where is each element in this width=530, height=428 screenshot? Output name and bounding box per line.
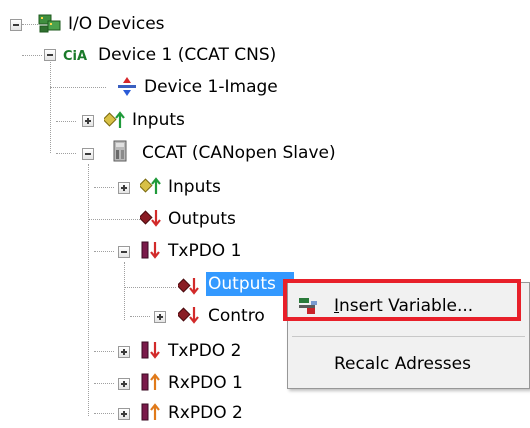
menu-separator [292,336,525,337]
io-devices-icon [38,13,62,40]
tree-line [130,316,150,317]
tree-line [94,383,114,384]
tree-line [22,55,42,56]
collapse-toggle[interactable] [44,49,56,61]
cia-icon: CiA [62,46,96,69]
tree-line [50,53,51,153]
inputs-icon [102,109,126,136]
recalc-adresses-menu-item[interactable]: Recalc Adresses [288,343,529,385]
expand-toggle[interactable] [118,346,130,358]
tree-node-device-1[interactable]: Device 1 (CCAT CNS) [96,43,278,67]
tree-line [94,251,114,252]
outputs-icon [138,207,162,234]
tree-node-rxpdo-1[interactable]: RxPDO 1 [166,371,245,395]
tree-line [56,121,76,122]
tree-line [94,413,114,414]
tree-node-rxpdo-2[interactable]: RxPDO 2 [166,401,245,425]
tree-node-txpdo-2[interactable]: TxPDO 2 [166,339,243,363]
tree-line [22,24,38,25]
expand-toggle[interactable] [118,378,130,390]
tree-line [88,219,140,220]
expand-toggle[interactable] [118,182,130,194]
slave-box-icon [112,139,130,168]
pdo-in-icon [140,371,162,398]
tree-node-txpdo1-outputs-selected[interactable]: Outputs [206,272,294,296]
expand-toggle[interactable] [82,115,94,127]
tree-node-slave-outputs[interactable]: Outputs [166,207,238,231]
pdo-out-icon [140,339,162,366]
tree-line [88,164,89,416]
outputs-icon [176,304,200,331]
tree-node-slave-inputs[interactable]: Inputs [166,175,223,199]
highlight-annotation-box [283,279,521,321]
collapse-toggle[interactable] [10,19,22,31]
expand-toggle[interactable] [118,408,130,420]
tree-node-device-image[interactable]: Device 1-Image [142,75,280,99]
pdo-out-icon [140,239,162,266]
tree-line [124,262,125,320]
recalc-adresses-label: Recalc Adresses [334,354,471,374]
tree-node-io-devices[interactable]: I/O Devices [66,12,167,36]
tree-node-txpdo-1[interactable]: TxPDO 1 [166,239,243,263]
pdo-in-icon [140,401,162,428]
collapse-toggle[interactable] [118,246,130,258]
tree-node-txpdo1-control[interactable]: Contro [206,304,267,328]
tree-node-ccat-slave[interactable]: CCAT (CANopen Slave) [140,141,338,165]
tree-node-inputs[interactable]: Inputs [130,108,187,132]
inputs-icon [138,175,162,202]
svg-text:CiA: CiA [63,49,87,64]
tree-line [94,351,114,352]
tree-line [50,87,106,88]
device-image-icon [116,76,138,103]
tree-line [56,153,76,154]
expand-toggle[interactable] [154,311,166,323]
tree-line [124,287,176,288]
tree-line [94,187,114,188]
outputs-icon [176,275,200,302]
collapse-toggle[interactable] [82,148,94,160]
